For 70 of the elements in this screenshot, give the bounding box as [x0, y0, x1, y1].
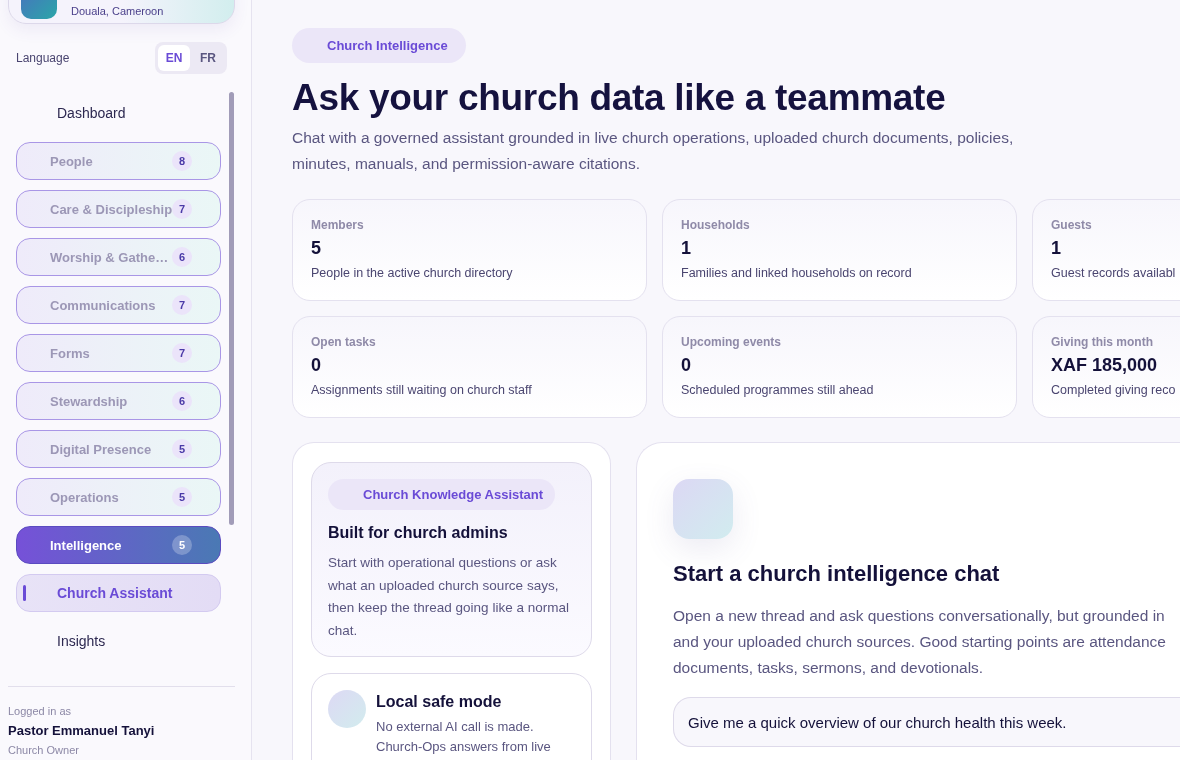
nav-group[interactable]: Worship & Gathe… 6 — [16, 238, 221, 276]
circle-icon — [328, 690, 366, 728]
prompt-suggestion[interactable]: Give me a quick overview of our church health this week. — [673, 697, 1180, 747]
stat-value: 0 — [681, 355, 692, 376]
page-title: Ask your church data like a teammate — [292, 77, 947, 119]
count-badge: 7 — [172, 199, 192, 219]
stat-value: 1 — [1051, 238, 1062, 259]
nav-group[interactable]: Intelligence 5 — [16, 526, 221, 564]
stat-note: Families and linked households on record — [681, 266, 913, 280]
stat-note: Guest records availabl — [1051, 266, 1177, 280]
page-description: Chat with a governed assistant grounded in live church operations, uploaded church documents, policies, minutes, manuals, and permission-aware citations. — [292, 128, 1015, 174]
stat-label: Guests — [1051, 218, 1093, 232]
stat-label: Households — [681, 218, 751, 232]
chat-description: Open a new thread and ask questions conversationally, but grounded in and your uploaded church sources. Good starting points are attendance documents, tasks, sermons, and devotionals. — [673, 606, 1167, 678]
count-badge: 5 — [172, 535, 192, 555]
stat-value: 5 — [311, 238, 322, 259]
nav-link[interactable]: Insights — [16, 622, 221, 660]
info-text: Start with operational questions or ask what an uploaded church source says, then keep the thread going like a normal chat. — [328, 554, 570, 640]
section-chip: Church Intelligence — [292, 28, 466, 63]
stat-note: Scheduled programmes still ahead — [681, 383, 875, 397]
count-badge: 6 — [172, 247, 192, 267]
count-badge: 7 — [172, 343, 192, 363]
nav-group[interactable]: Digital Presence 5 — [16, 430, 221, 468]
nav-group[interactable]: Operations 5 — [16, 478, 221, 516]
assistant-chip: Church Knowledge Assistant — [328, 479, 556, 510]
nav-group-label: Care & Discipleship — [50, 201, 173, 217]
stat-label: Open tasks — [311, 335, 377, 349]
safe-mode-text: No external AI call is made. Church-Ops answers from live — [376, 718, 552, 756]
stat-value: 1 — [681, 238, 692, 259]
stat-value: 0 — [311, 355, 322, 376]
chat-title: Start a church intelligence chat — [673, 561, 1001, 587]
nav-group[interactable]: Communications 7 — [16, 286, 221, 324]
language-option[interactable]: FR — [192, 45, 224, 71]
nav-group-label: Stewardship — [50, 393, 128, 409]
stat-note: People in the active church directory — [311, 266, 514, 280]
tile-icon — [673, 479, 733, 539]
count-badge: 5 — [172, 439, 192, 459]
nav-group[interactable]: Stewardship 6 — [16, 382, 221, 420]
stat-value: XAF 185,000 — [1051, 355, 1159, 376]
stat-label: Upcoming events — [681, 335, 783, 349]
nav-link[interactable]: Dashboard — [16, 94, 221, 132]
safe-mode-title: Local safe mode — [376, 693, 503, 711]
active-indicator — [23, 585, 26, 601]
count-badge: 8 — [172, 151, 192, 171]
nav-group-label: Intelligence — [50, 537, 122, 553]
nav-group-label: Worship & Gathe… — [50, 249, 169, 265]
nav-link[interactable]: Church Assistant — [16, 574, 221, 612]
church-location: Douala, Cameroon — [71, 5, 164, 17]
stat-note: Assignments still waiting on church staff — [311, 383, 533, 397]
stat-label: Giving this month — [1051, 335, 1154, 349]
user-role: Church Owner — [8, 744, 80, 756]
count-badge: 7 — [172, 295, 192, 315]
logged-in-caption: Logged in as — [8, 705, 72, 717]
nav-group[interactable]: Forms 7 — [16, 334, 221, 372]
language-option[interactable]: EN — [158, 45, 190, 71]
nav-group-label: Operations — [50, 489, 119, 505]
user-name: Pastor Emmanuel Tanyi — [8, 723, 156, 738]
count-badge: 5 — [172, 487, 192, 507]
stat-label: Members — [311, 218, 365, 232]
info-title: Built for church admins — [328, 524, 509, 542]
count-badge: 6 — [172, 391, 192, 411]
language-label: Language — [16, 51, 70, 65]
nav-group-label: Digital Presence — [50, 441, 152, 457]
nav-group[interactable]: People 8 — [16, 142, 221, 180]
nav-group[interactable]: Care & Discipleship 7 — [16, 190, 221, 228]
scrollbar[interactable] — [229, 92, 234, 525]
nav-group-label: People — [50, 153, 93, 169]
nav-group-label: Forms — [50, 345, 90, 361]
stat-note: Completed giving reco — [1051, 383, 1177, 397]
nav-group-label: Communications — [50, 297, 156, 313]
